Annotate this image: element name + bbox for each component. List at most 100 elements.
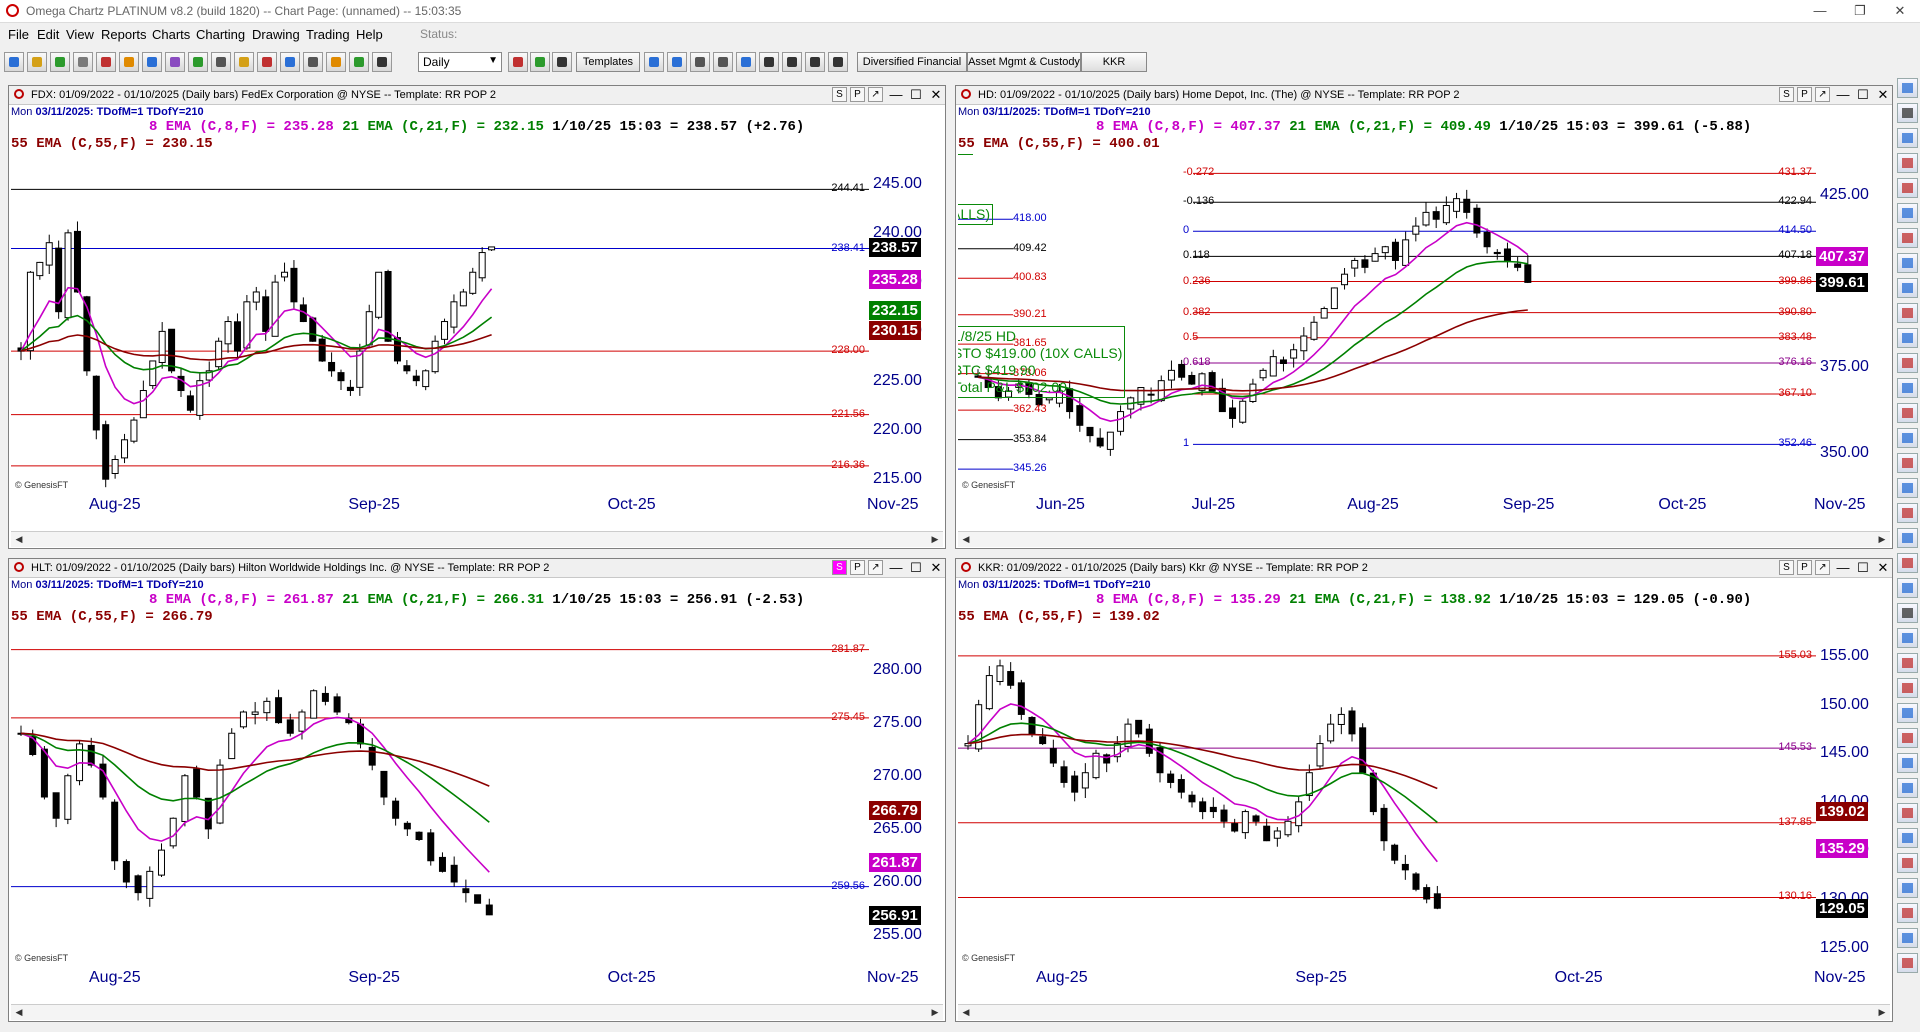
- panel-close-button[interactable]: ✕: [927, 560, 945, 576]
- menu-help[interactable]: Help: [356, 27, 383, 42]
- tool-help-button[interactable]: [1897, 928, 1918, 948]
- chart-panel-fdx[interactable]: FDX: 01/09/2022 - 01/10/2025 (Daily bars…: [8, 85, 946, 549]
- period-select[interactable]: Daily ▼: [418, 52, 502, 72]
- tool-zoom-button[interactable]: [1897, 103, 1918, 123]
- tool-delete-button[interactable]: [1897, 778, 1918, 798]
- scroll-right-icon[interactable]: ▶: [929, 533, 941, 545]
- price-plot[interactable]: 431.37 -0.272 422.94 -0.136 414.50 0 407.18 0.1…: [958, 154, 1816, 494]
- tool-print-button[interactable]: [1897, 878, 1918, 898]
- tool-pen-button[interactable]: [1897, 178, 1918, 198]
- tool-bookmark-button[interactable]: [1897, 153, 1918, 173]
- horizontal-scrollbar[interactable]: ◀ ▶: [11, 531, 943, 547]
- panel-maximize-button[interactable]: ☐: [907, 560, 925, 576]
- tool-gann-button[interactable]: [1897, 528, 1918, 548]
- panel-s-button[interactable]: S: [1779, 87, 1794, 102]
- chart-panel-hlt[interactable]: HLT: 01/09/2022 - 01/10/2025 (Daily bars…: [8, 558, 946, 1022]
- tool-circle-button[interactable]: [1897, 378, 1918, 398]
- toolbar-notes-button[interactable]: [165, 52, 185, 72]
- list-button-kkr[interactable]: KKR: [1081, 52, 1147, 72]
- toolbar-scale-button[interactable]: [257, 52, 277, 72]
- scroll-left-icon[interactable]: ◀: [960, 1006, 972, 1018]
- panel-link-button[interactable]: ↗: [1815, 560, 1830, 575]
- tool-settings-button[interactable]: [1897, 803, 1918, 823]
- minimize-button[interactable]: —: [1800, 1, 1840, 21]
- toolbar-scroll-left-button[interactable]: [690, 52, 710, 72]
- horizontal-scrollbar[interactable]: ◀ ▶: [958, 531, 1890, 547]
- price-plot[interactable]: 281.87 275.45 259.56 © GenesisFT: [11, 627, 869, 967]
- tool-box-button[interactable]: [1897, 578, 1918, 598]
- menu-drawing[interactable]: Drawing: [252, 27, 300, 42]
- toolbar-scissors-button[interactable]: [50, 52, 70, 72]
- menu-reports[interactable]: Reports: [101, 27, 147, 42]
- panel-link-button[interactable]: ↗: [868, 87, 883, 102]
- templates-button[interactable]: Templates: [576, 52, 640, 72]
- panel-maximize-button[interactable]: ☐: [1854, 560, 1872, 576]
- scroll-right-icon[interactable]: ▶: [1876, 1006, 1888, 1018]
- panel-link-button[interactable]: ↗: [868, 560, 883, 575]
- toolbar-fit-button[interactable]: [759, 52, 779, 72]
- tool-alert-button[interactable]: [1897, 628, 1918, 648]
- toolbar-scroll-right-button[interactable]: [713, 52, 733, 72]
- close-button[interactable]: ✕: [1880, 1, 1920, 21]
- toolbar-grid-button[interactable]: [96, 52, 116, 72]
- tool-rect-button[interactable]: [1897, 428, 1918, 448]
- panel-minimize-button[interactable]: —: [1834, 87, 1852, 103]
- price-plot[interactable]: 155.03 145.53 137.85 130.16 © GenesisFT: [958, 627, 1816, 967]
- tool-trend-button[interactable]: [1897, 303, 1918, 323]
- tool-fib-button[interactable]: [1897, 328, 1918, 348]
- tool-grid-button[interactable]: [1897, 728, 1918, 748]
- menu-file[interactable]: File: [8, 27, 29, 42]
- toolbar-list-button[interactable]: [119, 52, 139, 72]
- tool-cycle-button[interactable]: [1897, 553, 1918, 573]
- restore-button[interactable]: ❐: [1840, 1, 1880, 21]
- tool-flag-button[interactable]: [1897, 603, 1918, 623]
- tool-pointer-button[interactable]: [1897, 78, 1918, 98]
- toolbar-candle-button[interactable]: [530, 52, 550, 72]
- menu-trading[interactable]: Trading: [306, 27, 350, 42]
- tool-magnify-button[interactable]: [1897, 128, 1918, 148]
- menu-edit[interactable]: Edit: [37, 27, 59, 42]
- tool-eraser-button[interactable]: [1897, 653, 1918, 673]
- trade-note[interactable]: 1/8/25 HD STO $419.00 (10X CALLS) BTC $419…: [958, 326, 1126, 398]
- toolbar-calculator-button[interactable]: [303, 52, 323, 72]
- tool-pitchfork-button[interactable]: [1897, 503, 1918, 523]
- toolbar-copy-button[interactable]: [73, 52, 93, 72]
- toolbar-layout-button[interactable]: [280, 52, 300, 72]
- horizontal-scrollbar[interactable]: ◀ ▶: [958, 1004, 1890, 1020]
- list-button-asset-mgmt[interactable]: Asset Mgmt & Custody: [967, 52, 1081, 72]
- toolbar-settings-button[interactable]: [372, 52, 392, 72]
- menu-charts[interactable]: Charts: [152, 27, 190, 42]
- panel-close-button[interactable]: ✕: [1874, 560, 1892, 576]
- tool-info-button[interactable]: [1897, 953, 1918, 973]
- tool-layers-button[interactable]: [1897, 703, 1918, 723]
- panel-p-button[interactable]: P: [850, 560, 865, 575]
- price-plot[interactable]: 244.41 238.41 228.00 221.56 216.36 © GenesisF…: [11, 154, 869, 494]
- panel-close-button[interactable]: ✕: [1874, 87, 1892, 103]
- scroll-right-icon[interactable]: ▶: [1876, 533, 1888, 545]
- tool-color-button[interactable]: [1897, 753, 1918, 773]
- toolbar-line-chart-button[interactable]: [552, 52, 572, 72]
- panel-link-button[interactable]: ↗: [1815, 87, 1830, 102]
- panel-maximize-button[interactable]: ☐: [907, 87, 925, 103]
- list-button-diversified-financial[interactable]: Diversified Financial: [857, 52, 967, 72]
- panel-close-button[interactable]: ✕: [927, 87, 945, 103]
- toolbar-chart-button[interactable]: [349, 52, 369, 72]
- panel-minimize-button[interactable]: —: [1834, 560, 1852, 576]
- toolbar-expand-button[interactable]: [828, 52, 848, 72]
- toolbar-open-button[interactable]: [4, 52, 24, 72]
- horizontal-scrollbar[interactable]: ◀ ▶: [11, 1004, 943, 1020]
- tool-list-button[interactable]: [1897, 853, 1918, 873]
- toolbar-compress-button[interactable]: [805, 52, 825, 72]
- toolbar-pencil-button[interactable]: [188, 52, 208, 72]
- panel-s-button[interactable]: S: [832, 560, 847, 575]
- menu-view[interactable]: View: [66, 27, 94, 42]
- tool-wave-button[interactable]: [1897, 478, 1918, 498]
- panel-minimize-button[interactable]: —: [887, 87, 905, 103]
- scroll-left-icon[interactable]: ◀: [960, 533, 972, 545]
- tool-lock-button[interactable]: [1897, 678, 1918, 698]
- toolbar-crosshair-button[interactable]: [782, 52, 802, 72]
- toolbar-zoom-out-button[interactable]: [667, 52, 687, 72]
- panel-maximize-button[interactable]: ☐: [1854, 87, 1872, 103]
- tool-text-button[interactable]: [1897, 253, 1918, 273]
- panel-s-button[interactable]: S: [1779, 560, 1794, 575]
